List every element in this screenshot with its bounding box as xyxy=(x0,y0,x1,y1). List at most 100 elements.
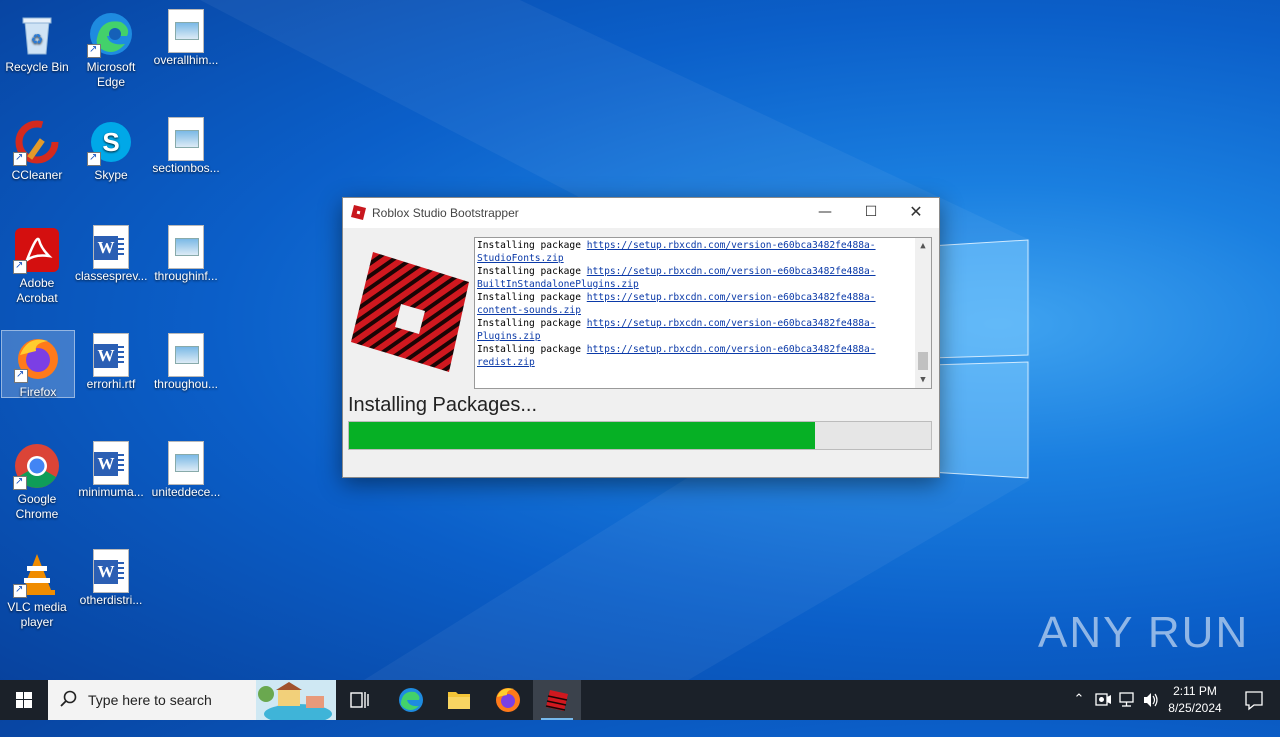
install-progress-bar xyxy=(348,421,932,450)
windows-logo-icon xyxy=(16,692,32,708)
log-prefix: Installing package xyxy=(477,240,587,251)
word-document-icon[interactable]: W minimuma... xyxy=(75,438,147,500)
search-placeholder: Type here to search xyxy=(88,692,212,708)
package-file-link[interactable]: StudioFonts.zip xyxy=(477,253,564,264)
ccleaner-glyph xyxy=(13,118,61,166)
desktop-icon-label: throughou... xyxy=(153,377,219,391)
close-button[interactable]: ✕ xyxy=(893,198,939,228)
svg-text:♻: ♻ xyxy=(31,31,44,47)
action-center-button[interactable] xyxy=(1234,680,1274,720)
vlc-glyph xyxy=(13,550,61,598)
maximize-button[interactable]: ☐ xyxy=(848,198,894,228)
scroll-down-icon[interactable]: ▼ xyxy=(915,372,931,388)
package-file-link[interactable]: content-sounds.zip xyxy=(477,305,581,316)
package-url-link[interactable]: https://setup.rbxcdn.com/version-e60bca3… xyxy=(587,266,876,277)
image-file-icon[interactable]: throughou... xyxy=(150,330,222,392)
window-titlebar[interactable]: Roblox Studio Bootstrapper — ☐ ✕ xyxy=(343,198,939,228)
word-document-icon[interactable]: W otherdistri... xyxy=(75,546,147,608)
image-file-icon[interactable]: overallhim... xyxy=(150,6,222,68)
desktop-icon-label: overallhim... xyxy=(153,53,219,67)
install-status-text: Installing Packages... xyxy=(348,394,537,416)
package-file-link[interactable]: Plugins.zip xyxy=(477,331,541,342)
start-button[interactable] xyxy=(0,680,48,720)
install-log-textbox[interactable]: Installing package https://setup.rbxcdn.… xyxy=(474,237,932,389)
taskbar-file-explorer[interactable] xyxy=(435,680,483,720)
desktop-icon-label: Skype xyxy=(94,168,128,182)
log-line: Installing package https://setup.rbxcdn.… xyxy=(477,291,913,304)
desktop-icon-label: classesprev... xyxy=(75,269,148,283)
word-document-icon[interactable]: W classesprev... xyxy=(75,222,147,284)
package-url-link[interactable]: https://setup.rbxcdn.com/version-e60bca3… xyxy=(587,318,876,329)
rtf-document-icon[interactable]: W errorhi.rtf xyxy=(75,330,147,392)
image-file-icon[interactable]: throughinf... xyxy=(150,222,222,284)
desktop-icon-label: otherdistri... xyxy=(79,593,143,607)
folder-icon xyxy=(448,692,470,709)
desktop-icon-label: Google Chrome xyxy=(15,492,59,521)
desktop-icon-label: errorhi.rtf xyxy=(86,377,136,391)
taskbar-clock[interactable]: 2:11 PM 8/25/2024 xyxy=(1160,683,1230,717)
roblox-studio-logo xyxy=(351,252,469,372)
roblox-app-icon xyxy=(351,205,366,220)
vlc-media-player-icon[interactable]: VLC media player xyxy=(1,546,73,630)
search-icon xyxy=(60,690,77,707)
log-line: Plugins.zip xyxy=(477,330,913,343)
google-chrome-icon[interactable]: Google Chrome xyxy=(1,438,73,522)
edge-icon xyxy=(399,688,423,712)
desktop-icon-label: uniteddece... xyxy=(151,485,221,499)
taskbar-firefox[interactable] xyxy=(484,680,532,720)
package-url-link[interactable]: https://setup.rbxcdn.com/version-e60bca3… xyxy=(587,344,876,355)
taskbar-search-box[interactable]: Type here to search xyxy=(48,680,336,720)
taskbar-edge[interactable] xyxy=(387,680,435,720)
network-icon[interactable] xyxy=(1116,680,1138,720)
log-line: Installing package https://setup.rbxcdn.… xyxy=(477,265,913,278)
minimize-button[interactable]: — xyxy=(802,198,848,228)
volume-icon[interactable] xyxy=(1140,680,1162,720)
word-doc-glyph: W xyxy=(93,333,129,377)
package-url-link[interactable]: https://setup.rbxcdn.com/version-e60bca3… xyxy=(587,292,876,303)
package-file-link[interactable]: redist.zip xyxy=(477,357,535,368)
desktop-icon-label: throughinf... xyxy=(154,269,218,283)
roblox-icon xyxy=(545,690,568,711)
desktop-icon-label: CCleaner xyxy=(11,168,63,182)
meet-now-icon[interactable] xyxy=(1092,680,1114,720)
chrome-glyph xyxy=(13,442,61,490)
image-doc-glyph xyxy=(168,225,204,269)
image-doc-glyph xyxy=(168,333,204,377)
image-file-icon[interactable]: sectionbos... xyxy=(150,114,222,176)
svg-text:S: S xyxy=(102,127,119,157)
image-file-icon[interactable]: uniteddece... xyxy=(150,438,222,500)
adobe-acrobat-icon[interactable]: Adobe Acrobat xyxy=(1,222,73,306)
package-file-link[interactable]: BuiltInStandalonePlugins.zip xyxy=(477,279,639,290)
taskbar-roblox-bootstrapper[interactable] xyxy=(533,680,581,720)
microsoft-edge-icon[interactable]: Microsoft Edge xyxy=(75,6,147,90)
recycle-bin-glyph: ♻ xyxy=(13,10,61,58)
log-scrollbar[interactable]: ▲ ▼ xyxy=(915,238,931,388)
taskbar: Type here to search ⌃ 2:11 PM 8/25/2024 xyxy=(0,680,1280,720)
task-view-button[interactable] xyxy=(336,680,384,720)
desktop-icon-label: Firefox xyxy=(19,385,57,399)
ccleaner-icon[interactable]: CCleaner xyxy=(1,114,73,183)
recycle-bin-icon[interactable]: ♻ Recycle Bin xyxy=(1,6,73,75)
image-doc-glyph xyxy=(168,117,204,161)
show-hidden-icons-chevron-icon[interactable]: ⌃ xyxy=(1068,680,1090,720)
firefox-icon[interactable]: Firefox xyxy=(1,330,75,399)
log-line: Installing package https://setup.rbxcdn.… xyxy=(477,317,913,330)
desktop-icon-label: minimuma... xyxy=(78,485,144,499)
word-doc-glyph: W xyxy=(93,549,129,593)
log-line: Installing package https://setup.rbxcdn.… xyxy=(477,343,913,356)
shortcut-arrow-icon xyxy=(13,474,27,490)
progress-fill xyxy=(349,422,815,449)
scroll-thumb[interactable] xyxy=(918,352,928,370)
log-prefix: Installing package xyxy=(477,292,587,303)
package-url-link[interactable]: https://setup.rbxcdn.com/version-e60bca3… xyxy=(587,240,876,251)
desktop-icon-label: Adobe Acrobat xyxy=(16,276,58,305)
log-prefix: Installing package xyxy=(477,344,587,355)
search-highlight-image xyxy=(256,680,336,720)
clock-date: 8/25/2024 xyxy=(1168,701,1222,715)
log-line: StudioFonts.zip xyxy=(477,252,913,265)
image-doc-glyph xyxy=(168,441,204,485)
skype-glyph: S xyxy=(87,118,135,166)
skype-icon[interactable]: S Skype xyxy=(75,114,147,183)
window-title: Roblox Studio Bootstrapper xyxy=(372,206,519,220)
scroll-up-icon[interactable]: ▲ xyxy=(915,238,931,254)
